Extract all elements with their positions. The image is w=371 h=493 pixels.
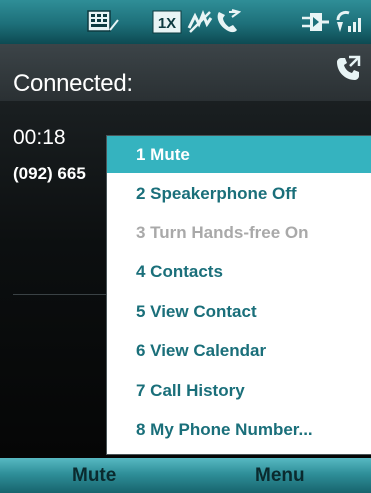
1x-network-icon: 1X xyxy=(152,8,182,36)
power-plug-icon xyxy=(300,8,330,36)
popup-menu: 1 Mute 2 Speakerphone Off 3 Turn Hands-f… xyxy=(106,135,371,455)
menu-item-call-history[interactable]: 7 Call History xyxy=(107,372,371,409)
menu-item-hands-free-on[interactable]: 3 Turn Hands-free On xyxy=(107,214,371,251)
call-transfer-icon[interactable] xyxy=(333,54,363,84)
left-softkey-button[interactable]: Mute xyxy=(72,458,116,493)
menu-item-view-calendar[interactable]: 6 View Calendar xyxy=(107,332,371,369)
menu-item-my-phone-number[interactable]: 8 My Phone Number... xyxy=(107,411,371,448)
caller-number: (092) 665 xyxy=(13,164,86,183)
sync-off-icon xyxy=(186,8,214,36)
phone-call-icon xyxy=(213,8,241,36)
right-softkey-button[interactable]: Menu xyxy=(255,458,305,493)
keyboard-icon[interactable] xyxy=(86,8,120,36)
svg-text:1X: 1X xyxy=(158,15,176,32)
call-duration: 00:18 xyxy=(13,126,66,149)
status-bar: 1X xyxy=(0,0,371,44)
menu-item-contacts[interactable]: 4 Contacts xyxy=(107,253,371,290)
signal-strength-icon xyxy=(334,8,364,36)
menu-item-mute[interactable]: 1 Mute xyxy=(107,136,371,173)
softkey-bar: Mute Menu xyxy=(0,458,371,493)
menu-item-view-contact[interactable]: 5 View Contact xyxy=(107,293,371,330)
menu-item-speakerphone-off[interactable]: 2 Speakerphone Off xyxy=(107,175,371,212)
call-status-label: Connected: xyxy=(13,70,133,97)
